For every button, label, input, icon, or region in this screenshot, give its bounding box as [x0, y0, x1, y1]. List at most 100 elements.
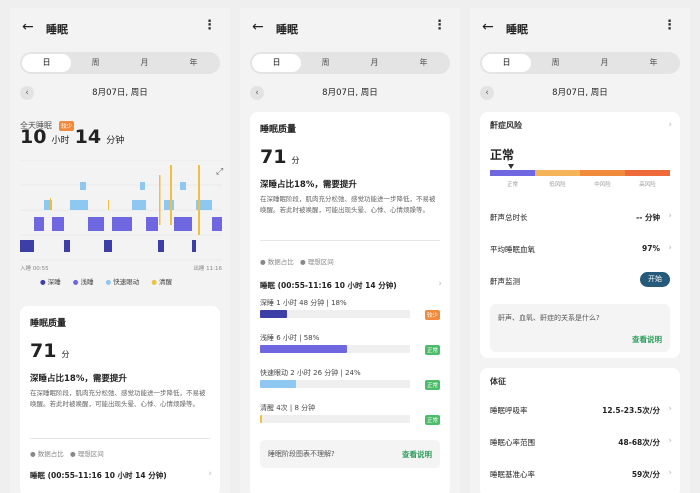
stage-label: 深睡 1 小时 48 分钟 | 18%: [260, 299, 347, 307]
back-arrow-icon[interactable]: ←: [252, 19, 264, 35]
tab-week[interactable]: 周: [531, 54, 580, 72]
risk-label: 低风险: [549, 182, 566, 188]
tab-month[interactable]: 月: [580, 54, 629, 72]
risk-scale-labels: 正常 低风险 中风险 高风险: [490, 180, 670, 188]
risk-label: 中风险: [594, 182, 611, 188]
snore-title: 鼾症风险: [490, 121, 522, 130]
tab-week[interactable]: 周: [71, 54, 120, 72]
awake-mark: [50, 198, 51, 210]
stage-bar-fill: [260, 310, 287, 318]
page-title: 睡眠: [506, 23, 528, 36]
score-value: 71: [260, 146, 287, 168]
spo2-label: 平均睡眠血氧: [490, 245, 535, 254]
legend-label: 浅睡: [80, 278, 94, 286]
stage-bar-fill: [260, 345, 347, 353]
tab-month[interactable]: 月: [120, 54, 169, 72]
divider: [260, 240, 440, 241]
allday-hour-unit: 小时: [51, 136, 70, 146]
period-tabs: 日 周 月 年: [250, 52, 450, 74]
chevron-right-icon[interactable]: ›: [438, 279, 442, 289]
spo2-value: 97%: [642, 244, 660, 253]
sleep-quality-card[interactable]: 睡眠质量 71 分 深睡占比18%，需要提升 在深睡眠阶段，肌肉充分松弛、感觉功…: [20, 306, 220, 493]
date-selector: 8月07日, 周日 ‹: [20, 86, 220, 100]
stage-block: [192, 240, 196, 252]
phone-screen-snoring: ← 睡眠 ⋮ 日 周 月 年 8月07日, 周日 ‹ 鼾症风险 › 正常 正常 …: [470, 8, 690, 493]
risk-segment-normal: [490, 170, 535, 176]
vitals-title: 体征: [490, 377, 506, 386]
awake-mark: [170, 165, 172, 225]
tab-day[interactable]: 日: [252, 54, 301, 72]
legend-item: ● 深睡: [40, 278, 61, 286]
stage-block: [140, 182, 145, 190]
legend-ideal-range: 理想区间: [307, 258, 334, 266]
allday-duration: 10 小时 14 分钟: [20, 126, 124, 148]
stage-block: [146, 217, 158, 231]
chevron-right-icon[interactable]: ›: [668, 436, 672, 446]
risk-segment-low: [535, 170, 580, 176]
quality-summary: 深睡占比18%，需要提升: [30, 374, 127, 384]
tab-week[interactable]: 周: [301, 54, 350, 72]
vital-value: 12.5-23.5次/分: [602, 406, 660, 415]
stage-block: [70, 200, 88, 210]
date-label: 8月07日, 周日: [552, 88, 608, 98]
faq-link[interactable]: 查看说明: [632, 334, 662, 345]
more-options-icon[interactable]: ⋮: [433, 18, 446, 33]
tab-year[interactable]: 年: [399, 54, 448, 72]
more-options-icon[interactable]: ⋮: [663, 18, 676, 33]
chevron-right-icon[interactable]: ›: [668, 243, 672, 253]
sleep-quality-card[interactable]: 睡眠质量 71 分 深睡占比18%，需要提升 在深睡眠阶段，肌肉充分松弛、感觉功…: [250, 112, 450, 493]
snore-monitor-label: 鼾声监测: [490, 277, 520, 286]
score-unit: 分: [61, 350, 70, 359]
quality-description: 在深睡眠阶段，肌肉充分松弛、感觉功能进一步降低，不易被唤醒。若此时被唤醒，可能出…: [30, 389, 206, 408]
allday-hours: 10: [20, 126, 47, 148]
chevron-right-icon[interactable]: ›: [668, 404, 672, 414]
stage-bar-fill: [260, 415, 263, 423]
awake-mark: [198, 165, 200, 235]
snore-monitor-start-button[interactable]: 开始: [640, 272, 670, 287]
vitals-card: 体征 睡眠呼吸率 12.5-23.5次/分 › 睡眠心率范围 48-68次/分 …: [480, 368, 680, 493]
previous-day-icon[interactable]: ‹: [20, 86, 34, 100]
chevron-right-icon[interactable]: ›: [668, 211, 672, 221]
tab-year[interactable]: 年: [169, 54, 218, 72]
stage-label: 浅睡 6 小时 | 58%: [260, 334, 320, 342]
risk-segment-mid: [580, 170, 625, 176]
score-value: 71: [30, 340, 57, 362]
tab-year[interactable]: 年: [629, 54, 678, 72]
help-link[interactable]: 查看说明: [402, 449, 432, 460]
risk-label: 高风险: [639, 182, 656, 188]
stage-block: [80, 182, 86, 190]
quality-summary: 深睡占比18%，需要提升: [260, 180, 357, 190]
record-title: 睡眠 (00:55-11:16 10 小时 14 分钟): [260, 281, 397, 290]
chevron-right-icon[interactable]: ›: [668, 468, 672, 478]
date-label: 8月07日, 周日: [92, 88, 148, 98]
tab-month[interactable]: 月: [350, 54, 399, 72]
legend-label: 深睡: [47, 278, 61, 286]
stage-row: 深睡 1 小时 48 分钟 | 18% 较少: [260, 298, 440, 333]
back-arrow-icon[interactable]: ←: [22, 19, 34, 35]
tab-day[interactable]: 日: [22, 54, 71, 72]
stage-block: [104, 240, 112, 252]
stage-bar-track: [260, 310, 410, 318]
legend-item: ● 浅睡: [72, 278, 94, 286]
chevron-right-icon[interactable]: ›: [208, 469, 212, 479]
stage-breakdown: 深睡 1 小时 48 分钟 | 18% 较少 浅睡 6 小时 | 58% 正常 快速眼动…: [260, 298, 440, 438]
stage-block: [88, 217, 104, 231]
previous-day-icon[interactable]: ‹: [480, 86, 494, 100]
previous-day-icon[interactable]: ‹: [250, 86, 264, 100]
page-title: 睡眠: [46, 23, 68, 36]
tab-day[interactable]: 日: [482, 54, 531, 72]
chevron-right-icon[interactable]: ›: [668, 120, 672, 130]
back-arrow-icon[interactable]: ←: [482, 19, 494, 35]
quality-legend: ● 数据占比 ● 理想区间: [30, 450, 104, 458]
stage-block: [158, 240, 164, 252]
snore-total-label: 鼾声总时长: [490, 213, 528, 222]
help-question: 睡眠阶段图表不理解?: [268, 450, 335, 458]
more-options-icon[interactable]: ⋮: [203, 18, 216, 33]
legend-ideal-range: 理想区间: [77, 450, 104, 458]
snore-status: 正常: [490, 148, 515, 162]
expand-chart-icon[interactable]: ⤢: [215, 167, 223, 177]
period-tabs: 日 周 月 年: [480, 52, 680, 74]
chart-start-label: 入睡 00:55: [20, 266, 49, 272]
awake-mark: [108, 200, 109, 210]
vital-value: 59次/分: [631, 470, 660, 479]
